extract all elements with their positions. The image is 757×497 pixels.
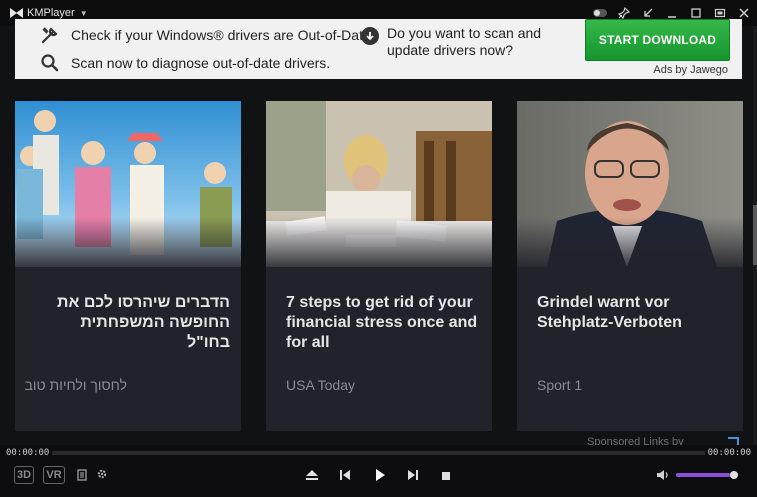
eject-icon[interactable] [304,468,320,482]
fullscreen-icon[interactable] [713,6,727,20]
ad-banner[interactable]: Check if your Windows® drivers are Out-o… [15,19,742,79]
family-beach-image [15,101,241,267]
ad-line1: Check if your Windows® drivers are Out-o… [71,27,375,43]
volume-knob[interactable] [730,471,738,479]
toggle-switch-icon[interactable] [593,6,607,20]
close-icon[interactable] [737,6,751,20]
volume-icon[interactable] [655,468,671,482]
playlist-icon[interactable] [76,468,88,482]
download-arrow-icon [361,27,379,45]
search-icon [39,53,61,73]
app-menu-button[interactable]: KMPlayer ▼ [10,7,88,19]
ad-line2: Scan now to diagnose out-of-date drivers… [71,55,331,71]
ad-line-scan: Scan now to diagnose out-of-date drivers… [39,53,330,73]
card-title[interactable]: הדברים שיהרסו לכם את החופשה המשפחתית בחו… [35,293,230,353]
sponsored-card[interactable]: הדברים שיהרסו לכם את החופשה המשפחתית בחו… [15,101,241,431]
tools-icon [39,25,61,45]
stop-icon[interactable] [439,469,453,482]
settings-gear-icon[interactable] [95,467,109,481]
sponsored-links-label[interactable]: Sponsored Links by Taboola [587,436,722,445]
maximize-icon[interactable] [689,6,703,20]
previous-icon[interactable] [337,468,353,482]
next-icon[interactable] [405,468,421,482]
3d-mode-button[interactable]: 3D [14,466,34,484]
elapsed-time: 00:00:00 [6,448,50,458]
chevron-down-icon: ▼ [79,8,88,18]
start-download-button[interactable]: START DOWNLOAD [585,19,730,61]
vr-mode-button[interactable]: VR [43,466,65,484]
total-time: 00:00:00 [707,448,751,458]
ads-by-label[interactable]: Ads by Jawego [653,64,728,76]
sponsored-card[interactable]: Grindel warnt vor Stehplatz-Verboten Spo… [517,101,743,431]
volume-slider[interactable] [676,473,736,477]
play-icon[interactable] [371,467,389,483]
man-portrait-image [517,101,743,267]
card-title[interactable]: 7 steps to get rid of your financial str… [286,293,481,353]
card-source: לחסוך ולחיות טוב [24,377,127,393]
stressed-woman-image [266,101,492,267]
sponsored-card[interactable]: 7 steps to get rid of your financial str… [266,101,492,431]
ad-question: Do you want to scan and update drivers n… [361,25,547,59]
scrollbar-thumb[interactable] [753,205,757,265]
volume-level [676,473,730,477]
card-source: USA Today [286,377,356,393]
ad-question-text: Do you want to scan and update drivers n… [387,25,542,58]
mini-mode-icon[interactable] [641,6,655,20]
seek-bar[interactable] [52,451,705,455]
kmplayer-logo-icon [10,8,24,18]
ad-line-check: Check if your Windows® drivers are Out-o… [39,25,375,45]
card-title[interactable]: Grindel warnt vor Stehplatz-Verboten [537,293,732,333]
taboola-icon[interactable] [726,436,740,445]
app-title: KMPlayer [27,7,75,19]
card-source: Sport 1 [537,377,583,393]
pin-icon[interactable] [617,6,631,20]
minimize-icon[interactable] [665,6,679,20]
